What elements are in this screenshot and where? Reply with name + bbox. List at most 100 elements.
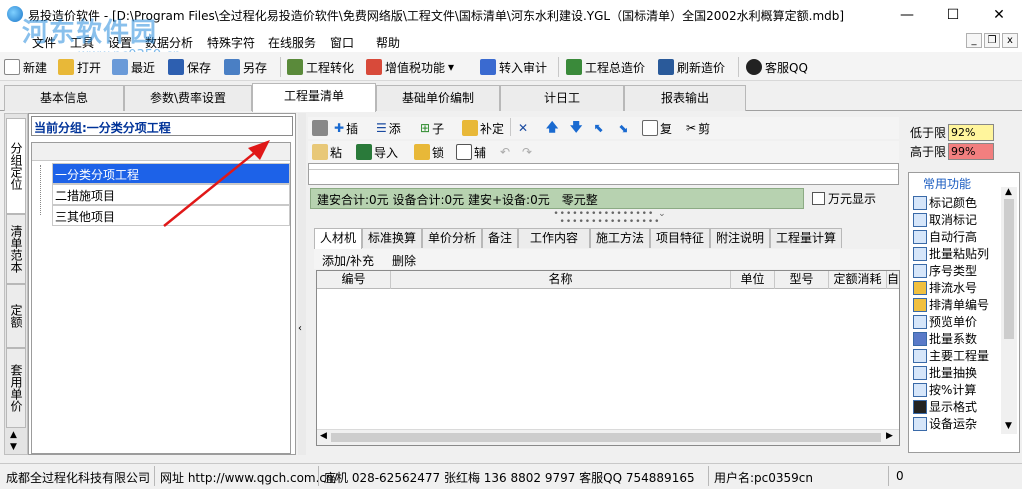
insert-button[interactable]: ✚ 插 — [334, 119, 358, 137]
remove-button[interactable]: 删除 — [392, 252, 416, 269]
menu-window[interactable]: 窗口 — [330, 34, 354, 51]
col-code[interactable]: 编号 — [317, 271, 391, 289]
refresh-cost-button[interactable]: 刷新造价 — [658, 57, 725, 77]
low-limit-input[interactable]: 92% — [948, 124, 995, 141]
func-item[interactable]: 排清单编号 — [913, 296, 989, 313]
side-tab-quota[interactable]: 定额 — [6, 284, 26, 348]
open-button[interactable]: 打开 — [58, 57, 101, 77]
func-item[interactable]: 批量抽换 — [913, 364, 977, 381]
scroll-up-icon[interactable]: ▲ — [10, 430, 17, 440]
scroll-left-icon[interactable]: ◀ — [320, 431, 327, 441]
subtab-price-analysis[interactable]: 单价分析 — [422, 228, 482, 248]
supplement-quota-button[interactable]: 补定 — [462, 119, 504, 137]
maximize-icon[interactable]: ☐ — [930, 0, 976, 30]
scroll-down-icon[interactable]: ▼ — [10, 442, 17, 452]
menu-data-analysis[interactable]: 数据分析 — [145, 34, 193, 51]
wan-yuan-toggle[interactable]: 万元显示 — [812, 190, 876, 207]
scroll-down-icon[interactable]: ▼ — [1005, 421, 1012, 431]
dropdown-arrow-icon[interactable]: ▾ — [448, 60, 454, 74]
menu-tools[interactable]: 工具 — [70, 34, 94, 51]
scroll-up-icon[interactable]: ▲ — [1005, 187, 1012, 197]
panel-splitter[interactable]: ‹ — [298, 113, 306, 455]
minimize-icon[interactable]: — — [884, 0, 930, 30]
func-item[interactable]: 主要工程量 — [913, 347, 989, 364]
mdi-restore-icon[interactable]: ❐ — [984, 33, 1000, 48]
import-button[interactable]: 导入 — [356, 143, 398, 161]
func-item[interactable]: 批量粘贴列 — [913, 245, 989, 262]
new-button[interactable]: 新建 — [4, 57, 47, 77]
lock-button[interactable]: 锁 — [414, 143, 444, 161]
func-item[interactable]: 标记颜色 — [913, 194, 977, 211]
redo-button[interactable]: ↷ — [522, 143, 532, 161]
vertical-scrollbar[interactable]: ▲ ▼ — [1001, 187, 1017, 434]
func-item[interactable]: 预览单价 — [913, 313, 977, 330]
vat-button[interactable]: 增值税功能 ▾ — [366, 57, 454, 77]
convert-button[interactable]: 工程转化 — [287, 57, 354, 77]
col-model[interactable]: 型号 — [775, 271, 829, 289]
side-tab-apply-price[interactable]: 套用单价 — [6, 348, 26, 428]
menu-settings[interactable]: 设置 — [108, 34, 132, 51]
undo-button[interactable]: ↶ — [500, 143, 510, 161]
tab-daywork[interactable]: 计日工 — [500, 85, 624, 111]
paste-button[interactable]: 粘 — [312, 143, 342, 161]
locate-button[interactable] — [312, 119, 328, 137]
move-up-button[interactable]: 🡅 — [546, 119, 558, 137]
tab-params-rates[interactable]: 参数\费率设置 — [124, 85, 252, 111]
func-item[interactable]: 自动行高 — [913, 228, 977, 245]
audit-button[interactable]: 转入审计 — [480, 57, 547, 77]
scroll-thumb[interactable] — [331, 433, 881, 442]
func-item[interactable]: 序号类型 — [913, 262, 977, 279]
child-button[interactable]: ⊞ 子 — [420, 119, 444, 137]
move-right-button[interactable]: ⬊ — [618, 119, 628, 137]
mdi-close-icon[interactable]: x — [1002, 33, 1018, 48]
col-extra[interactable]: 自 — [887, 271, 899, 289]
cut-button[interactable]: ✂ 剪 — [686, 119, 710, 137]
save-as-button[interactable]: 另存 — [224, 57, 267, 77]
tab-basic-info[interactable]: 基本信息 — [4, 85, 124, 111]
move-left-button[interactable]: ⬉ — [594, 119, 604, 137]
side-tab-group-locate[interactable]: 分组定位 — [6, 118, 26, 214]
delete-button[interactable]: ✕ — [518, 119, 528, 137]
subtab-labor-material[interactable]: 人材机 — [314, 228, 362, 249]
tab-bill-of-quantities[interactable]: 工程量清单 — [252, 83, 376, 112]
subtab-quantity-calc[interactable]: 工程量计算 — [770, 228, 842, 248]
subtab-std-conversion[interactable]: 标准换算 — [362, 228, 422, 248]
menu-special-chars[interactable]: 特殊字符 — [207, 34, 255, 51]
func-item[interactable]: 按%计算 — [913, 381, 976, 398]
copy-button[interactable]: 复 — [642, 119, 672, 137]
tab-reports[interactable]: 报表输出 — [624, 85, 746, 111]
move-down-button[interactable]: 🡇 — [570, 119, 582, 137]
func-item[interactable]: 批量系数 — [913, 330, 977, 347]
scroll-right-icon[interactable]: ▶ — [886, 431, 893, 441]
subtab-method[interactable]: 施工方法 — [590, 228, 650, 248]
side-tab-bill-template[interactable]: 清单范本 — [6, 214, 26, 284]
checkbox-icon[interactable] — [812, 192, 825, 205]
add-supplement-button[interactable]: 添加/补充 — [322, 252, 374, 269]
func-item[interactable]: 取消标记 — [913, 211, 977, 228]
subtab-work-content[interactable]: 工作内容 — [518, 228, 590, 248]
func-item[interactable]: 设备运杂 — [913, 415, 977, 432]
func-item[interactable]: 排流水号 — [913, 279, 977, 296]
mdi-minimize-icon[interactable]: _ — [966, 33, 982, 48]
bill-grid[interactable] — [308, 163, 899, 185]
col-quota-consumption[interactable]: 定额消耗 — [829, 271, 887, 289]
close-icon[interactable]: ✕ — [976, 0, 1022, 30]
subtab-features[interactable]: 项目特征 — [650, 228, 710, 248]
subtab-notes[interactable]: 附注说明 — [710, 228, 770, 248]
func-item[interactable]: 显示格式 — [913, 398, 977, 415]
scroll-thumb[interactable] — [1004, 199, 1014, 339]
aux-button[interactable]: 辅 — [456, 143, 486, 161]
tab-unit-price[interactable]: 基础单价编制 — [376, 85, 500, 111]
pane-splitter[interactable]: •••••••••••••••• ⌄ •••••••••••••••• — [520, 210, 700, 227]
add-button[interactable]: ☰ 添 — [376, 119, 401, 137]
high-limit-input[interactable]: 99% — [948, 143, 995, 160]
col-name[interactable]: 名称 — [391, 271, 731, 289]
horizontal-scrollbar[interactable]: ◀ ▶ — [317, 429, 899, 445]
total-cost-button[interactable]: 工程总造价 — [566, 57, 645, 77]
menu-online-service[interactable]: 在线服务 — [268, 34, 316, 51]
menu-help[interactable]: 帮助 — [376, 34, 400, 51]
qq-service-button[interactable]: 客服QQ — [746, 57, 808, 77]
col-unit[interactable]: 单位 — [731, 271, 775, 289]
menu-file[interactable]: 文件 — [32, 34, 56, 51]
detail-grid[interactable]: 编号 名称 单位 型号 定额消耗 自 ◀ ▶ — [316, 270, 900, 446]
